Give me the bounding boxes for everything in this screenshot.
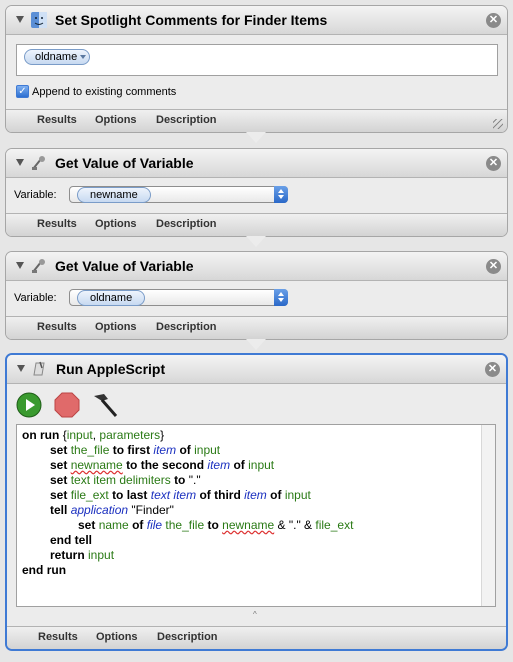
variable-token: oldname [77,290,146,306]
append-checkbox[interactable]: ✓ [16,85,29,98]
script-editor[interactable]: on run {input, parameters} set the_file … [16,424,496,607]
variable-token: newname [77,187,151,203]
action-footer: Results Options Description [6,109,507,132]
tab-options[interactable]: Options [96,631,138,643]
variable-label: Variable: [14,292,57,304]
variable-icon [32,259,45,273]
action-title: Set Spotlight Comments for Finder Items [55,12,328,28]
popup-arrows-icon[interactable] [274,289,288,306]
disclosure-triangle-icon[interactable] [16,262,24,269]
code-line: on run {input, parameters} [22,428,165,442]
action-title: Get Value of Variable [55,258,194,274]
action-title: Get Value of Variable [55,155,194,171]
variable-token[interactable]: oldname [24,49,91,65]
variable-popup[interactable]: newname [69,186,288,203]
tab-options[interactable]: Options [95,321,137,333]
tab-description[interactable]: Description [156,114,217,126]
action-header[interactable]: Run AppleScript ✕ [7,355,506,384]
connector-notch [245,339,267,351]
comment-field[interactable]: oldname [16,44,498,76]
code-line: return input [50,548,115,562]
disclosure-triangle-icon[interactable] [16,159,24,166]
action-run-applescript[interactable]: Run AppleScript ✕ on run {input, paramet… [5,353,508,651]
finder-icon [31,12,47,28]
variable-popup[interactable]: oldname [69,289,288,306]
close-icon[interactable]: ✕ [485,362,500,377]
action-get-value-of-variable-2[interactable]: Get Value of Variable ✕ Variable: oldnam… [5,251,508,340]
tab-results[interactable]: Results [37,321,77,333]
tab-results[interactable]: Results [37,114,77,126]
resize-grip-icon[interactable] [493,119,503,129]
action-title: Run AppleScript [56,361,166,377]
code-line: set file_ext to last text item of third … [50,488,311,502]
run-icon[interactable] [16,392,42,418]
action-footer: Results Options Description [6,213,507,236]
vertical-scrollbar[interactable] [481,425,495,606]
variable-icon [32,156,45,170]
connector-notch [245,236,267,248]
tab-description[interactable]: Description [156,218,217,230]
editor-resize-handle-icon[interactable]: ^ [253,610,257,619]
action-header[interactable]: Get Value of Variable ✕ [6,252,507,281]
tab-options[interactable]: Options [95,218,137,230]
script-icon [33,361,45,376]
action-get-value-of-variable-1[interactable]: Get Value of Variable ✕ Variable: newnam… [5,148,508,237]
disclosure-triangle-icon[interactable] [17,365,25,372]
tab-description[interactable]: Description [157,631,218,643]
tab-options[interactable]: Options [95,114,137,126]
stop-icon[interactable] [54,392,80,418]
close-icon[interactable]: ✕ [486,156,501,171]
popup-arrows-icon[interactable] [274,186,288,203]
action-footer: Results Options Description [7,626,506,649]
disclosure-triangle-icon[interactable] [16,16,24,23]
variable-label: Variable: [14,189,57,201]
action-set-spotlight-comments[interactable]: Set Spotlight Comments for Finder Items … [5,5,508,133]
code-line: set name of file the_file to newname & "… [78,518,354,532]
code-line: end run [22,563,67,577]
tab-results[interactable]: Results [38,631,78,643]
close-icon[interactable]: ✕ [486,13,501,28]
action-header[interactable]: Get Value of Variable ✕ [6,149,507,178]
action-footer: Results Options Description [6,316,507,339]
compile-icon[interactable] [90,391,120,419]
code-line: set newname to the second item of input [50,458,275,472]
tab-description[interactable]: Description [156,321,217,333]
code-line: set text item delimiters to "." [50,473,201,487]
code-line: tell application "Finder" [50,503,174,517]
connector-notch [245,132,267,144]
action-header[interactable]: Set Spotlight Comments for Finder Items … [6,6,507,35]
close-icon[interactable]: ✕ [486,259,501,274]
tab-results[interactable]: Results [37,218,77,230]
code-line: end tell [50,533,93,547]
append-checkbox-label: Append to existing comments [32,86,177,98]
code-line: set the_file to first item of input [50,443,221,457]
